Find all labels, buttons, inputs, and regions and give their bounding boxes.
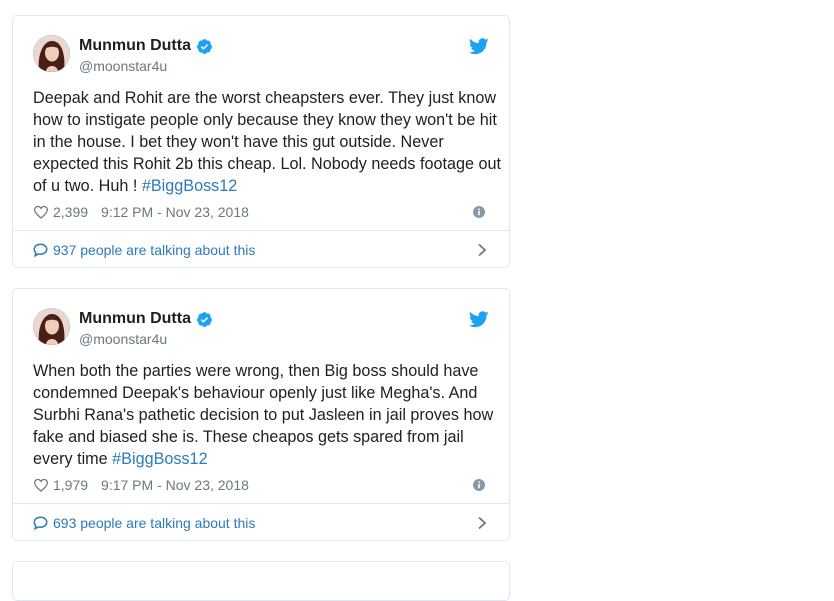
- author-name[interactable]: Munmun Dutta: [79, 37, 191, 55]
- talking-count: 937 people are talking about this: [53, 241, 256, 258]
- hashtag-link[interactable]: #BiggBoss12: [112, 450, 207, 468]
- avatar-image: [33, 35, 70, 72]
- avatar[interactable]: [33, 35, 70, 72]
- author-block: Munmun Dutta @moonstar4u: [79, 309, 213, 347]
- like-count[interactable]: 1,979: [53, 477, 88, 493]
- tweet-body: Deepak and Rohit are the worst cheapster…: [33, 89, 501, 195]
- timestamp[interactable]: 9:17 PM - Nov 23, 2018: [101, 477, 249, 493]
- author-name[interactable]: Munmun Dutta: [79, 310, 191, 328]
- tweet-meta: 2,399 9:12 PM - Nov 23, 2018: [33, 202, 489, 222]
- verified-icon: [197, 311, 212, 327]
- author-handle[interactable]: @moonstar4u: [79, 331, 213, 347]
- tweet-card-partial[interactable]: [12, 561, 510, 601]
- avatar-image: [33, 308, 70, 345]
- speech-bubble-icon: [33, 242, 48, 257]
- talking-count: 693 people are talking about this: [53, 514, 256, 531]
- chevron-right-icon: [478, 243, 487, 257]
- tweet-text: When both the parties were wrong, then B…: [33, 360, 503, 470]
- heart-icon[interactable]: [33, 205, 49, 219]
- tweet-card[interactable]: Munmun Dutta @moonstar4u Deepak and Rohi…: [12, 15, 510, 268]
- avatar[interactable]: [33, 308, 70, 345]
- timestamp[interactable]: 9:12 PM - Nov 23, 2018: [101, 204, 249, 220]
- speech-bubble-icon: [33, 515, 48, 530]
- tweet-text: Deepak and Rohit are the worst cheapster…: [33, 87, 503, 197]
- hashtag-link[interactable]: #BiggBoss12: [142, 177, 237, 195]
- tweet-card[interactable]: Munmun Dutta @moonstar4u When both the p…: [12, 288, 510, 541]
- twitter-bird-icon[interactable]: [469, 38, 489, 55]
- info-icon[interactable]: [473, 206, 485, 218]
- chevron-right-icon: [478, 516, 487, 530]
- twitter-bird-icon[interactable]: [469, 311, 489, 328]
- conversation-link[interactable]: 693 people are talking about this: [13, 503, 509, 541]
- heart-icon[interactable]: [33, 478, 49, 492]
- tweet-body: When both the parties were wrong, then B…: [33, 362, 494, 468]
- info-icon[interactable]: [473, 479, 485, 491]
- like-count[interactable]: 2,399: [53, 204, 88, 220]
- author-handle[interactable]: @moonstar4u: [79, 58, 213, 74]
- author-block: Munmun Dutta @moonstar4u: [79, 36, 213, 74]
- verified-icon: [197, 38, 212, 54]
- tweet-meta: 1,979 9:17 PM - Nov 23, 2018: [33, 475, 489, 495]
- conversation-link[interactable]: 937 people are talking about this: [13, 230, 509, 268]
